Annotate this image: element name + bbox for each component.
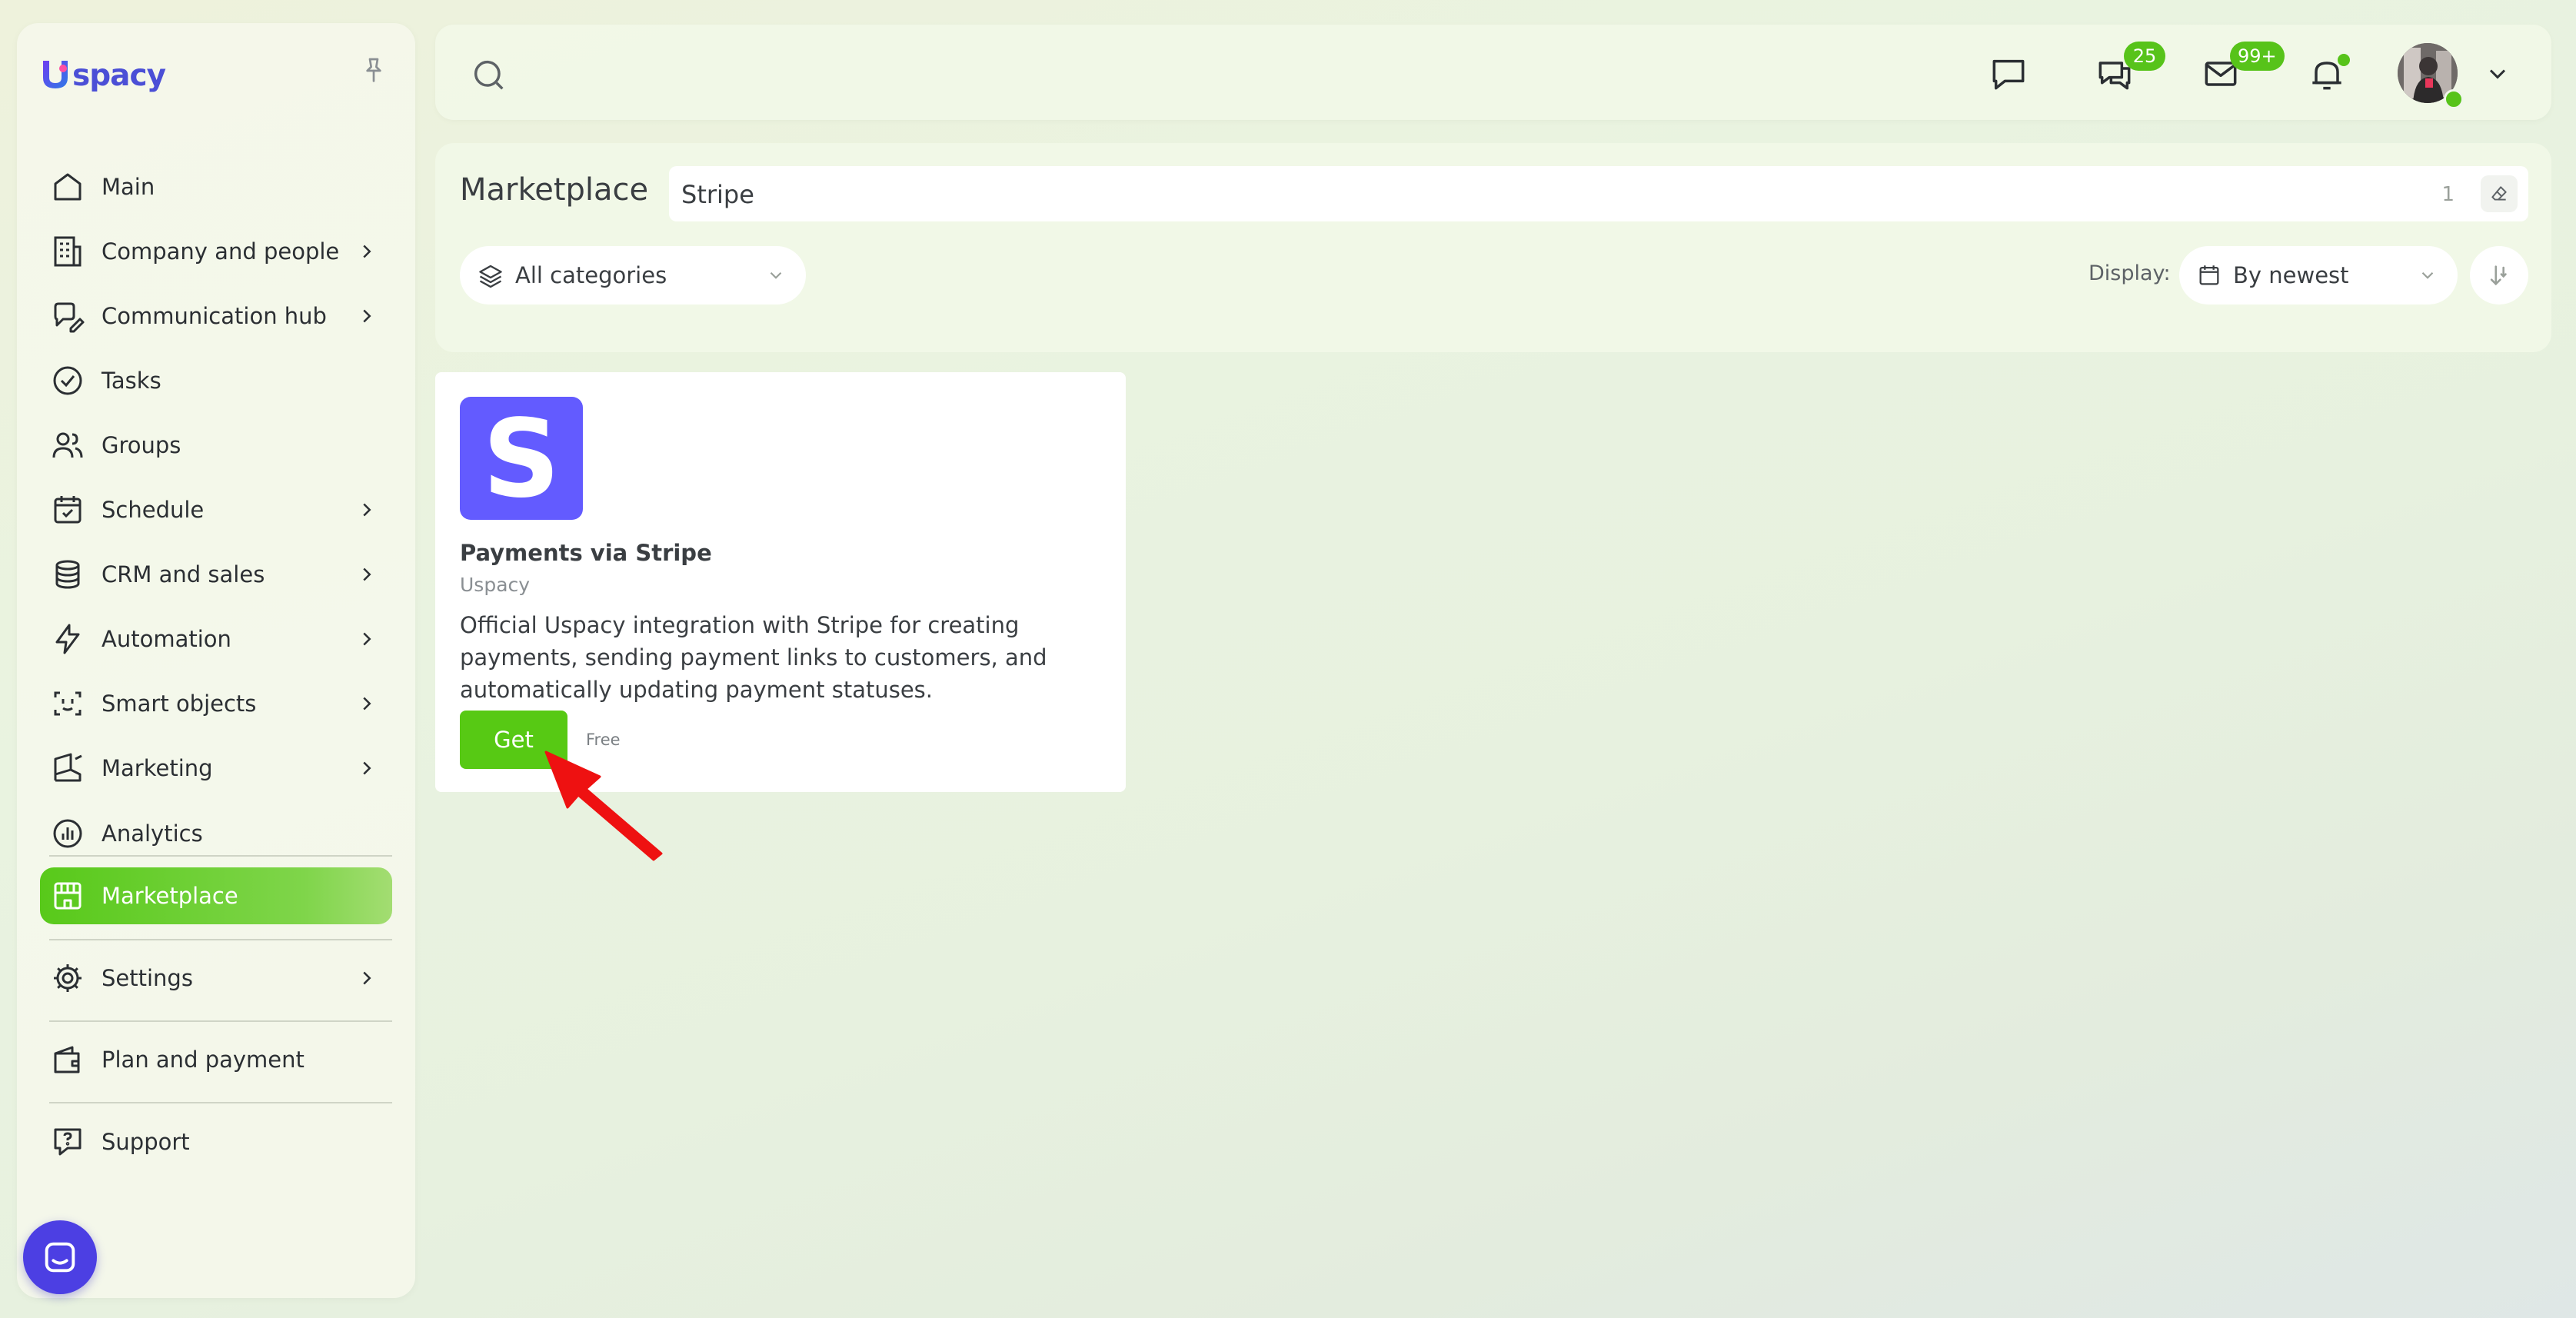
check-circle-icon	[53, 366, 82, 395]
sidebar-item-label: Marketplace	[102, 883, 238, 909]
sidebar-item-main[interactable]: Main	[40, 158, 392, 215]
chat-edit-icon	[54, 302, 85, 333]
pin-icon[interactable]	[358, 55, 389, 86]
category-select[interactable]: All categories	[460, 246, 806, 305]
sidebar-item-label: Communication hub	[102, 303, 327, 329]
clear-search-button[interactable]	[2481, 175, 2518, 212]
sidebar-item-label: Smart objects	[102, 691, 257, 717]
chat-count-badge: 25	[2124, 42, 2165, 71]
coins-icon	[55, 560, 80, 589]
sidebar-item-schedule[interactable]: Schedule	[40, 481, 392, 538]
chevron-down-icon	[770, 271, 782, 279]
sidebar-item-automation[interactable]: Automation	[40, 611, 392, 667]
scan-face-icon	[54, 691, 82, 716]
app-vendor: Uspacy	[460, 574, 531, 596]
sidebar-item-label: CRM and sales	[102, 561, 265, 587]
sidebar-item-label: Schedule	[102, 497, 205, 523]
store-icon	[54, 882, 82, 910]
chevron-right-icon	[363, 309, 371, 323]
sidebar-item-groups[interactable]: Groups	[40, 417, 392, 474]
sidebar-item-label: Main	[102, 174, 155, 200]
sort-direction-button[interactable]	[2470, 246, 2528, 305]
support-chat-button[interactable]	[23, 1220, 97, 1294]
calendar-check-icon	[54, 496, 82, 524]
category-select-value: All categories	[515, 262, 667, 288]
app-description: Official Uspacy integration with Stripe …	[460, 612, 1047, 703]
chevron-right-icon	[363, 761, 371, 775]
notification-dot	[2338, 54, 2350, 66]
chevron-right-icon	[363, 697, 371, 711]
sidebar-item-communication-hub[interactable]: Communication hub	[40, 288, 392, 344]
sidebar-item-label: Company and people	[102, 238, 340, 265]
divider	[49, 1020, 392, 1022]
page-title: Marketplace	[460, 172, 649, 208]
sidebar-item-analytics[interactable]: Analytics	[40, 805, 392, 862]
app-name[interactable]: Payments via Stripe	[460, 540, 712, 566]
logo-text: spacy	[72, 58, 166, 93]
building-icon	[54, 236, 82, 267]
chevron-down-icon[interactable]	[2484, 60, 2511, 88]
sidebar-item-plan-and-payment[interactable]: Plan and payment	[40, 1031, 392, 1088]
sort-select[interactable]: By newest	[2179, 246, 2458, 305]
sort-select-value: By newest	[2233, 262, 2349, 288]
lightning-icon	[55, 624, 80, 654]
calendar-icon	[2199, 265, 2219, 285]
sidebar: spacy Main Company and people Communicat…	[17, 23, 415, 1298]
sort-descending-icon	[2490, 265, 2507, 286]
wallet-icon	[54, 1046, 80, 1073]
marketplace-header-panel: Marketplace Stripe 1 All categories Disp…	[435, 143, 2551, 352]
logo-mark-icon	[43, 61, 68, 88]
users-icon	[52, 432, 83, 458]
sidebar-item-support[interactable]: Support	[40, 1113, 392, 1170]
sidebar-item-tasks[interactable]: Tasks	[40, 352, 392, 409]
sidebar-item-marketplace[interactable]: Marketplace	[40, 867, 392, 924]
divider	[49, 855, 392, 857]
sidebar-item-label: Tasks	[102, 368, 161, 394]
chevron-right-icon	[363, 632, 371, 646]
chat-widget-icon	[45, 1242, 75, 1273]
sidebar-item-label: Automation	[102, 626, 231, 652]
chart-pie-icon	[53, 819, 82, 848]
mail-count-badge: 99+	[2230, 42, 2285, 71]
chevron-right-icon	[363, 971, 371, 985]
help-icon	[54, 1128, 82, 1156]
home-icon	[54, 173, 82, 201]
sidebar-item-label: Support	[102, 1129, 190, 1155]
chevron-right-icon	[363, 503, 371, 517]
divider	[49, 939, 392, 940]
sidebar-item-label: Settings	[102, 965, 193, 991]
megaphone-icon	[54, 753, 82, 782]
sidebar-item-label: Marketing	[102, 755, 213, 781]
sidebar-item-company-and-people[interactable]: Company and people	[40, 223, 392, 280]
chevron-right-icon	[363, 567, 371, 581]
online-status-dot	[2444, 89, 2464, 109]
search-query-text[interactable]: Stripe	[681, 180, 754, 209]
annotation-arrow-icon	[544, 751, 663, 861]
uspacy-logo[interactable]: spacy	[40, 52, 166, 98]
sidebar-item-marketing[interactable]: Marketing	[40, 740, 392, 797]
stripe-logo-letter: S	[482, 397, 561, 522]
top-bar: 25 99+	[435, 25, 2551, 120]
display-label: Display:	[2088, 261, 2171, 285]
sidebar-item-smart-objects[interactable]: Smart objects	[40, 675, 392, 732]
sidebar-item-crm-and-sales[interactable]: CRM and sales	[40, 546, 392, 603]
sidebar-item-settings[interactable]: Settings	[40, 950, 392, 1007]
result-count: 1	[2441, 183, 2455, 206]
chevron-down-icon	[2421, 271, 2434, 279]
sidebar-item-label: Analytics	[102, 820, 203, 847]
app-card-stripe[interactable]: S Payments via Stripe Uspacy Official Us…	[435, 372, 1126, 792]
global-search-input[interactable]	[520, 52, 1753, 97]
sidebar-item-label: Plan and payment	[102, 1047, 305, 1073]
marketplace-search-field[interactable]: Stripe 1	[669, 166, 2528, 221]
chevron-right-icon	[363, 245, 371, 258]
sidebar-item-label: Groups	[102, 432, 181, 458]
search-icon[interactable]	[469, 55, 509, 95]
layers-icon	[479, 265, 502, 288]
message-icon[interactable]	[1987, 52, 2030, 95]
gear-icon	[54, 964, 82, 992]
eraser-icon	[2491, 186, 2507, 201]
divider	[49, 1102, 392, 1103]
stripe-logo: S	[460, 397, 583, 520]
